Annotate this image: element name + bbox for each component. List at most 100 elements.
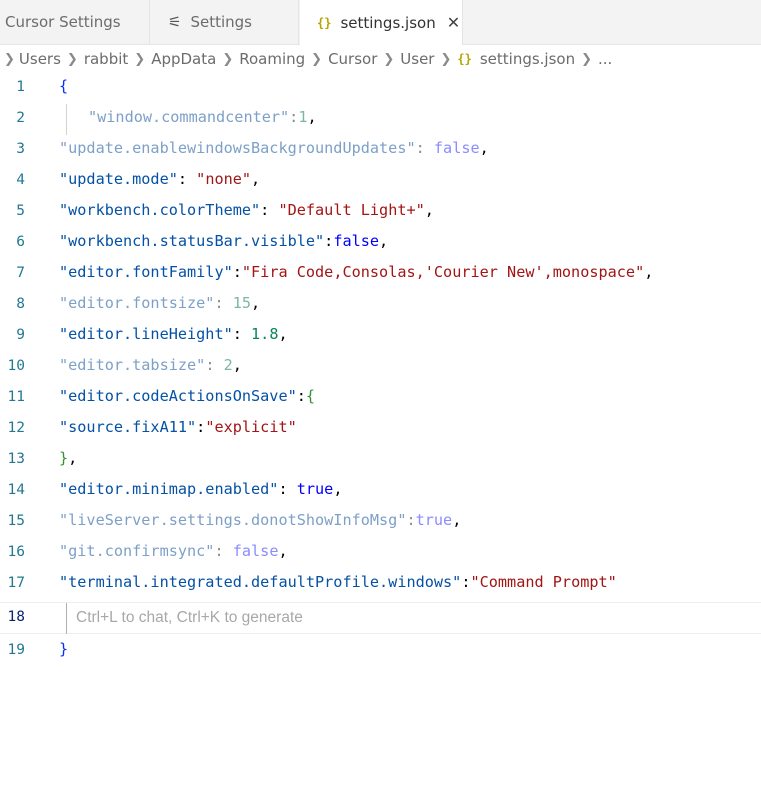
token-value: false: [232, 542, 279, 560]
code-line[interactable]: 8 "editor.fontsize": 15,: [0, 290, 761, 321]
token-value: "Fira Code,Consolas,'Courier New',monosp…: [241, 263, 645, 281]
json-braces-icon: {}: [457, 52, 472, 66]
line-number: 7: [16, 265, 25, 281]
code-text: "workbench.statusBar.visible":false,: [59, 232, 388, 250]
line-number: 4: [16, 172, 25, 188]
code-line[interactable]: 16 "git.confirmsync": false,: [0, 538, 761, 569]
token-punctuation: ,: [307, 108, 317, 126]
code-text: "window.commandcenter":1,: [88, 108, 317, 126]
token-key: "git.confirmsync": [59, 542, 215, 560]
indent-guide: [66, 603, 67, 634]
token-value: true: [296, 480, 334, 498]
close-icon[interactable]: ✕: [447, 13, 460, 32]
line-number: 14: [7, 482, 25, 498]
line-number: 15: [7, 513, 25, 529]
token-key: "editor.codeActionsOnSave": [59, 387, 297, 405]
breadcrumb-item[interactable]: Cursor: [328, 50, 377, 68]
token-value: false: [433, 139, 480, 157]
token-punctuation: :: [289, 108, 299, 126]
code-line[interactable]: 2 "window.commandcenter":1,: [0, 104, 761, 135]
line-number: 8: [16, 296, 25, 312]
token-key: "window.commandcenter": [88, 108, 290, 126]
token-key: "workbench.colorTheme": [59, 201, 261, 219]
line-number: 1: [16, 79, 25, 95]
token-punctuation: ,: [479, 139, 489, 157]
code-text: "git.confirmsync": false,: [59, 542, 288, 560]
breadcrumb-item[interactable]: User: [400, 50, 434, 68]
breadcrumb-item[interactable]: Roaming: [239, 50, 305, 68]
code-line[interactable]: 13 },: [0, 445, 761, 476]
token-key: "editor.minimap.enabled": [59, 480, 279, 498]
token-key: "update.enablewindowsBackgroundUpdates": [59, 139, 416, 157]
breadcrumb-item[interactable]: ...: [598, 50, 612, 68]
code-text: "terminal.integrated.defaultProfile.wind…: [59, 573, 617, 591]
line-number: 9: [16, 327, 25, 343]
tab-settings-json[interactable]: {} settings.json ✕: [300, 0, 463, 45]
code-text: },: [59, 449, 77, 467]
tab-label: Cursor Settings: [5, 13, 121, 31]
code-text: "editor.fontFamily":"Fira Code,Consolas,…: [59, 263, 653, 281]
code-line[interactable]: 1 {: [0, 73, 761, 104]
code-line[interactable]: 5 "workbench.colorTheme": "Default Light…: [0, 197, 761, 228]
code-text: "editor.minimap.enabled": true,: [59, 480, 342, 498]
chevron-right-icon: ❯: [222, 51, 234, 67]
token-brace: {: [305, 387, 316, 405]
code-line[interactable]: 19 }: [0, 636, 761, 667]
code-line[interactable]: 9 "editor.lineHeight": 1.8,: [0, 321, 761, 352]
token-punctuation: ,: [232, 356, 242, 374]
token-punctuation: :: [324, 232, 334, 250]
tab-cursor-settings[interactable]: Cursor Settings: [0, 0, 150, 44]
code-line[interactable]: 17 "terminal.integrated.defaultProfile.w…: [0, 569, 761, 600]
inline-chat-hint: Ctrl+L to chat, Ctrl+K to generate: [76, 609, 303, 626]
code-line[interactable]: 11 "editor.codeActionsOnSave":{: [0, 383, 761, 414]
line-number: 16: [7, 544, 25, 560]
code-line[interactable]: 3 "update.enablewindowsBackgroundUpdates…: [0, 135, 761, 166]
breadcrumb-item[interactable]: Users: [19, 50, 61, 68]
chevron-right-icon: ❯: [440, 51, 452, 67]
token-punctuation: ,: [644, 263, 654, 281]
current-line[interactable]: 18 Ctrl+L to chat, Ctrl+K to generate: [0, 602, 761, 634]
token-value: "explicit": [205, 418, 297, 436]
token-punctuation: :: [415, 139, 434, 157]
token-punctuation: :: [214, 542, 233, 560]
line-number: 6: [16, 234, 25, 250]
token-punctuation: :: [260, 201, 279, 219]
code-line[interactable]: 6 "workbench.statusBar.visible":false,: [0, 228, 761, 259]
code-text: "workbench.colorTheme": "Default Light+"…: [59, 201, 434, 219]
breadcrumb-item[interactable]: AppData: [151, 50, 216, 68]
code-text: "liveServer.settings.donotShowInfoMsg":t…: [59, 511, 461, 529]
code-line[interactable]: 15 "liveServer.settings.donotShowInfoMsg…: [0, 507, 761, 538]
token-key: "source.fixA11": [59, 418, 197, 436]
code-line[interactable]: 7 "editor.fontFamily":"Fira Code,Consola…: [0, 259, 761, 290]
token-punctuation: ,: [68, 449, 78, 467]
line-number: 10: [7, 358, 25, 374]
tab-settings[interactable]: ⚟ Settings: [151, 0, 299, 44]
line-number: 2: [16, 110, 25, 126]
breadcrumb-item[interactable]: settings.json: [480, 50, 575, 68]
token-punctuation: ,: [278, 325, 288, 343]
token-value: false: [333, 232, 380, 250]
chevron-right-icon: ❯: [134, 51, 146, 67]
code-line[interactable]: 12 "source.fixA11":"explicit": [0, 414, 761, 445]
token-value: 1.8: [251, 325, 279, 343]
token-punctuation: :: [177, 170, 197, 188]
sliders-icon: ⚟: [168, 13, 182, 31]
token-punctuation: :: [196, 418, 206, 436]
token-value: 15: [232, 294, 252, 312]
token-key: "update.mode": [59, 170, 178, 188]
token-value: "Command Prompt": [470, 573, 617, 591]
token-value: 2: [223, 356, 233, 374]
token-punctuation: :: [205, 356, 224, 374]
token-punctuation: ,: [452, 511, 462, 529]
code-line[interactable]: 10 "editor.tabsize": 2,: [0, 352, 761, 383]
breadcrumb-item[interactable]: rabbit: [84, 50, 128, 68]
code-text: "editor.lineHeight": 1.8,: [59, 325, 288, 343]
code-text: "editor.tabsize": 2,: [59, 356, 242, 374]
code-text: "update.enablewindowsBackgroundUpdates":…: [59, 139, 489, 157]
token-punctuation: :: [232, 325, 252, 343]
chevron-right-icon: ❯: [383, 51, 395, 67]
code-line[interactable]: 14 "editor.minimap.enabled": true,: [0, 476, 761, 507]
code-line[interactable]: 4 "update.mode": "none",: [0, 166, 761, 197]
token-punctuation: :: [406, 511, 416, 529]
chevron-right-icon: ❯: [581, 51, 593, 67]
